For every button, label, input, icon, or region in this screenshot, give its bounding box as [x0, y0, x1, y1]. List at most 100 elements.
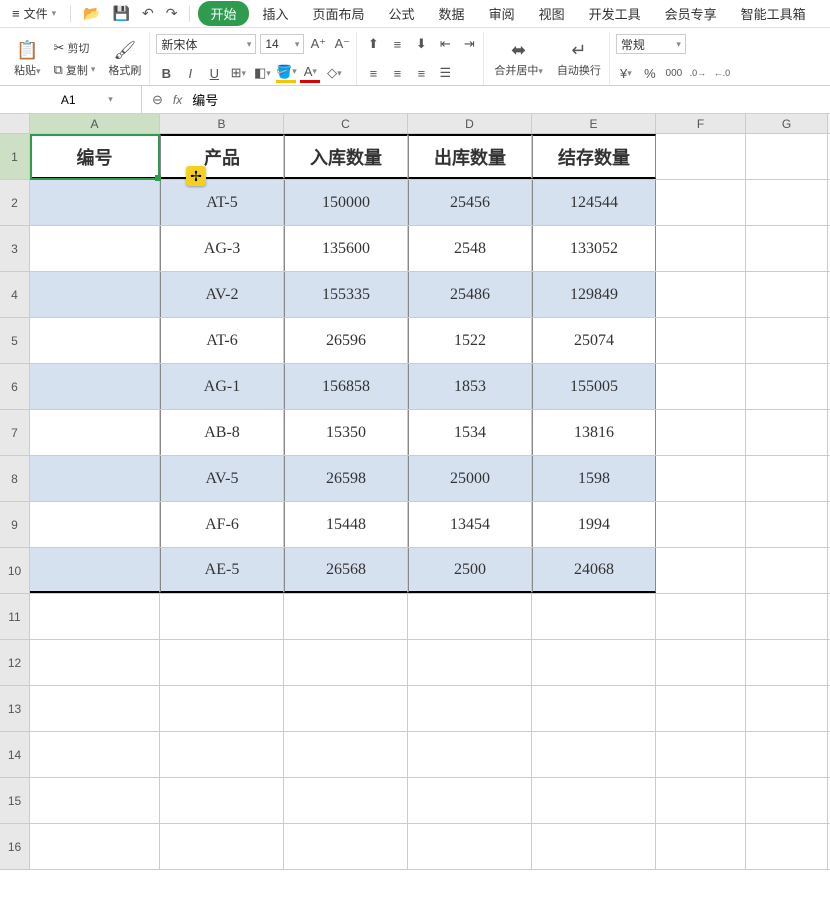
copy-button[interactable]: ⧉复制▾: [51, 61, 99, 79]
cell[interactable]: [656, 686, 746, 731]
cell[interactable]: 124544: [532, 180, 656, 225]
zoom-icon[interactable]: ⊖: [152, 92, 163, 108]
cell[interactable]: [746, 272, 828, 317]
italic-button[interactable]: I: [180, 63, 200, 83]
cell[interactable]: [746, 180, 828, 225]
cell[interactable]: AV-2: [160, 272, 284, 317]
cell[interactable]: [532, 778, 656, 823]
cell[interactable]: AV-5: [160, 456, 284, 501]
decrease-decimal-icon[interactable]: ←.0: [712, 63, 732, 83]
cell[interactable]: [656, 778, 746, 823]
col-header-D[interactable]: D: [408, 114, 532, 133]
cell[interactable]: 135600: [284, 226, 408, 271]
cell[interactable]: 13816: [532, 410, 656, 455]
cell[interactable]: 26598: [284, 456, 408, 501]
cell[interactable]: [532, 686, 656, 731]
cell[interactable]: [656, 364, 746, 409]
cell[interactable]: [746, 594, 828, 639]
indent-right-icon[interactable]: ⇥: [459, 34, 479, 54]
format-painter-button[interactable]: 🖌 格式刷: [104, 32, 145, 85]
cell[interactable]: AT-6: [160, 318, 284, 363]
cell[interactable]: [284, 732, 408, 777]
cell[interactable]: [30, 824, 160, 869]
cell[interactable]: [30, 640, 160, 685]
file-menu[interactable]: ≡ 文件 ▾: [6, 3, 62, 24]
cell[interactable]: [160, 686, 284, 731]
row-header[interactable]: 10: [0, 548, 30, 593]
cell[interactable]: [746, 456, 828, 501]
col-header-B[interactable]: B: [160, 114, 284, 133]
cell[interactable]: [30, 502, 160, 547]
cell[interactable]: 1522: [408, 318, 532, 363]
align-center-icon[interactable]: ≡: [387, 63, 407, 83]
align-right-icon[interactable]: ≡: [411, 63, 431, 83]
tab-data[interactable]: 数据: [429, 1, 475, 26]
cell[interactable]: [284, 778, 408, 823]
cell[interactable]: 25000: [408, 456, 532, 501]
cell[interactable]: [746, 410, 828, 455]
row-header[interactable]: 5: [0, 318, 30, 363]
cell[interactable]: [408, 824, 532, 869]
cell[interactable]: [30, 364, 160, 409]
cell[interactable]: [656, 640, 746, 685]
cell[interactable]: [656, 318, 746, 363]
row-header[interactable]: 14: [0, 732, 30, 777]
border-button[interactable]: ⊞▾: [228, 63, 248, 83]
cell[interactable]: [746, 732, 828, 777]
cell[interactable]: [30, 778, 160, 823]
cell[interactable]: [284, 594, 408, 639]
cell[interactable]: [656, 594, 746, 639]
cell[interactable]: AE-5: [160, 548, 284, 593]
cell[interactable]: [30, 594, 160, 639]
percent-icon[interactable]: %: [640, 63, 660, 83]
align-middle-icon[interactable]: ≡: [387, 34, 407, 54]
cell[interactable]: [656, 548, 746, 593]
cell[interactable]: 入库数量: [284, 134, 408, 179]
cell[interactable]: 25486: [408, 272, 532, 317]
undo-icon[interactable]: ↶: [138, 3, 158, 24]
cell[interactable]: 编号: [30, 134, 160, 179]
row-header[interactable]: 6: [0, 364, 30, 409]
tab-view[interactable]: 视图: [529, 1, 575, 26]
increase-decimal-icon[interactable]: .0→: [688, 63, 708, 83]
increase-font-icon[interactable]: A⁺: [308, 34, 328, 54]
row-header[interactable]: 16: [0, 824, 30, 869]
cell[interactable]: [532, 594, 656, 639]
cell[interactable]: 产品: [160, 134, 284, 179]
cell[interactable]: [30, 732, 160, 777]
cell[interactable]: [160, 824, 284, 869]
cell[interactable]: [284, 686, 408, 731]
cell[interactable]: 25074: [532, 318, 656, 363]
cell[interactable]: [746, 134, 828, 179]
cell[interactable]: 155005: [532, 364, 656, 409]
cell[interactable]: 1853: [408, 364, 532, 409]
cell[interactable]: [746, 226, 828, 271]
font-name-select[interactable]: 新宋体▾: [156, 34, 256, 54]
tab-dev-tools[interactable]: 开发工具: [579, 1, 651, 26]
cell[interactable]: 24068: [532, 548, 656, 593]
tab-smart-tools[interactable]: 智能工具箱: [731, 1, 816, 26]
col-header-C[interactable]: C: [284, 114, 408, 133]
cell[interactable]: [656, 410, 746, 455]
row-header[interactable]: 4: [0, 272, 30, 317]
cell[interactable]: 1598: [532, 456, 656, 501]
cell-style-button[interactable]: ◧▾: [252, 63, 272, 83]
bold-button[interactable]: B: [156, 63, 176, 83]
cell[interactable]: [746, 364, 828, 409]
cell[interactable]: 26596: [284, 318, 408, 363]
cell[interactable]: 156858: [284, 364, 408, 409]
cell[interactable]: [160, 594, 284, 639]
cell[interactable]: [30, 686, 160, 731]
cell[interactable]: 1994: [532, 502, 656, 547]
cell[interactable]: [408, 732, 532, 777]
cell-reference-input[interactable]: [28, 93, 108, 107]
cell[interactable]: [30, 410, 160, 455]
cell[interactable]: [284, 640, 408, 685]
cell[interactable]: [746, 640, 828, 685]
cell[interactable]: 2548: [408, 226, 532, 271]
paste-button[interactable]: 📋 粘贴▾: [10, 32, 45, 85]
row-header[interactable]: 7: [0, 410, 30, 455]
select-all-corner[interactable]: [0, 114, 30, 133]
cell[interactable]: 出库数量: [408, 134, 532, 179]
cell[interactable]: [408, 594, 532, 639]
